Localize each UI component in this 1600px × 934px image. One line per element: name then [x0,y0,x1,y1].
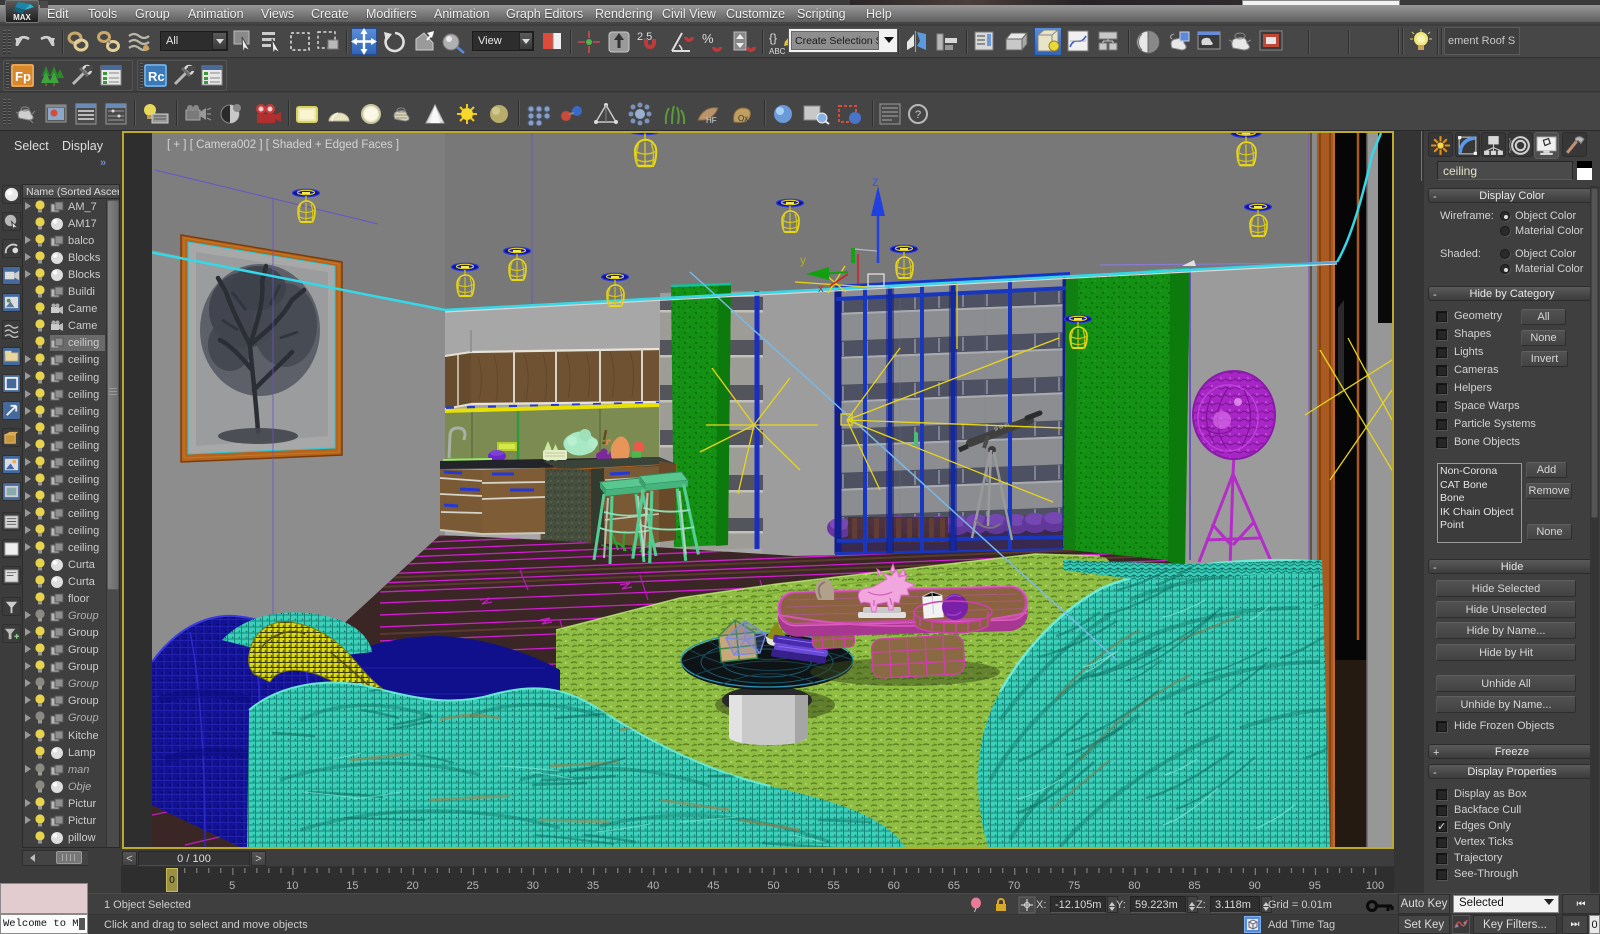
svg-text:MAX: MAX [13,13,31,22]
svg-text:85: 85 [1188,880,1200,892]
svg-text:80: 80 [1128,880,1140,892]
svg-text:50: 50 [767,880,779,892]
svg-text:?: ? [915,109,921,121]
svg-text:Fp: Fp [15,69,31,84]
svg-text:5: 5 [229,880,235,892]
svg-text:{}: {} [769,31,777,45]
svg-text:60: 60 [888,880,900,892]
svg-text:Ox: Ox [738,114,748,123]
svg-text:y: y [800,253,806,267]
svg-text:10: 10 [286,880,298,892]
svg-text:35: 35 [587,880,599,892]
svg-text:15: 15 [346,880,358,892]
svg-text:Rc: Rc [148,69,165,84]
svg-text:x: x [818,283,824,295]
svg-text:100: 100 [1366,880,1384,892]
svg-text:25: 25 [467,880,479,892]
svg-text:75: 75 [1068,880,1080,892]
svg-text:HF: HF [706,116,717,125]
svg-text:45: 45 [707,880,719,892]
svg-text:40: 40 [647,880,659,892]
svg-text:70: 70 [1008,880,1020,892]
svg-text:90: 90 [1249,880,1261,892]
svg-text:30: 30 [527,880,539,892]
svg-text:55: 55 [827,880,839,892]
svg-text:ABC: ABC [769,47,786,56]
svg-text:65: 65 [948,880,960,892]
svg-text:%: % [702,31,714,46]
svg-text:z: z [872,173,879,189]
svg-text:20: 20 [406,880,418,892]
svg-text:95: 95 [1309,880,1321,892]
svg-text:[ + ] [ Camera002 ] [ Shaded +: [ + ] [ Camera002 ] [ Shaded + Edged Fac… [167,139,399,151]
